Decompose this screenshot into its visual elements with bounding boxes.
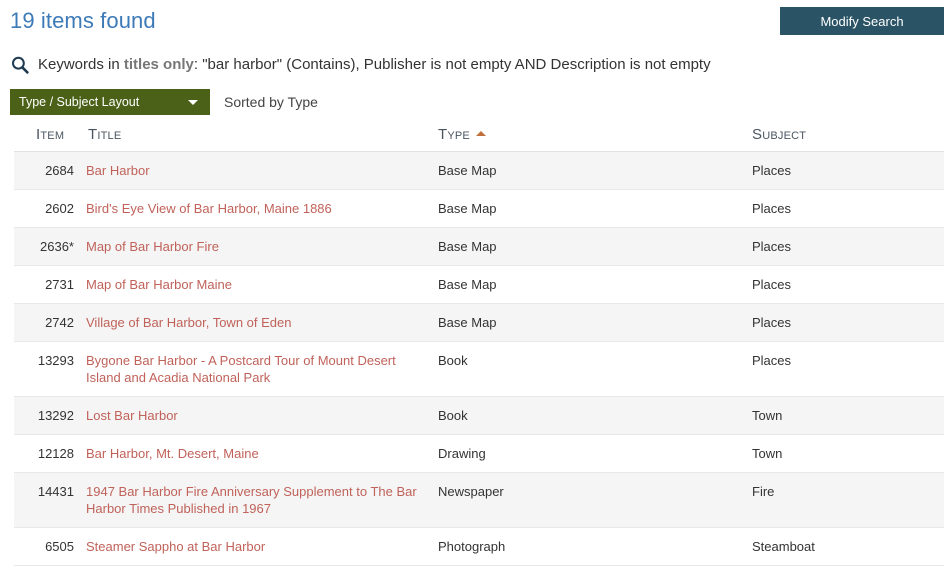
cell-item: 2636* — [14, 227, 86, 266]
table-row: 2636* Map of Bar Harbor Fire Base Map Place… — [14, 227, 944, 266]
cell-title: Map of Bar Harbor Maine — [86, 265, 438, 304]
cell-type: Base Map — [438, 151, 752, 190]
cell-title: 1947 Bar Harbor Fire Anniversary Supplem… — [86, 472, 438, 528]
table-row: 2684 Bar Harbor Base Map Places — [14, 151, 944, 190]
cell-type: Book — [438, 341, 752, 397]
cell-item: 2602 — [14, 189, 86, 228]
criteria-field: titles only — [123, 56, 194, 73]
cell-type: Photograph — [438, 527, 752, 566]
table-row: 2731 Map of Bar Harbor Maine Base Map Place… — [14, 265, 944, 304]
cell-item: 2684 — [14, 151, 86, 190]
results-header: 19 items found Modify Search — [0, 0, 948, 44]
cell-type: Base Map — [438, 189, 752, 228]
table-row: 13293 Bygone Bar Harbor - A Postcard Tour… — [14, 341, 944, 397]
cell-type: Base Map — [438, 265, 752, 304]
cell-subject: Fire — [752, 472, 944, 528]
search-icon — [10, 55, 30, 75]
cell-type: Book — [438, 396, 752, 435]
table-row: 2602 Bird's Eye View of Bar Harbor, Maine… — [14, 189, 944, 228]
items-found-count: 19 items found — [10, 8, 156, 33]
table-header: Item Title Type Subject — [14, 126, 944, 152]
column-header-type-label: Type — [438, 126, 470, 143]
cell-title: Map of Bar Harbor Fire — [86, 227, 438, 266]
cell-item: 12128 — [14, 434, 86, 473]
cell-item: 14431 — [14, 472, 86, 528]
cell-title: Lost Bar Harbor — [86, 396, 438, 435]
cell-subject: Town — [752, 434, 944, 473]
table-body: 2684 Bar Harbor Base Map Places 2602 Bird's E… — [14, 151, 944, 566]
table-row: 6505 Steamer Sappho at Bar Harbor Photogra… — [14, 527, 944, 566]
table-row: 14431 1947 Bar Harbor Fire Anniversary Su… — [14, 472, 944, 528]
column-header-title[interactable]: Title — [86, 126, 438, 152]
column-header-item[interactable]: Item — [14, 126, 86, 152]
layout-controls: Type / Subject Layout Sorted by Type — [10, 89, 318, 115]
chevron-down-icon — [188, 99, 198, 105]
column-header-item-label: Item — [36, 126, 65, 143]
table-row: 12128 Bar Harbor, Mt. Desert, Maine Drawin… — [14, 434, 944, 473]
results-table: Item Title Type Subject 2684 Bar Harbor Ba… — [14, 126, 944, 566]
cell-subject: Town — [752, 396, 944, 435]
table-row: 13292 Lost Bar Harbor Book Town — [14, 396, 944, 435]
item-title-link[interactable]: Map of Bar Harbor Maine — [86, 277, 232, 292]
column-header-type[interactable]: Type — [438, 126, 752, 152]
search-results-page: 19 items found Modify Search Keywords in… — [0, 0, 948, 575]
cell-item: 13293 — [14, 341, 86, 397]
cell-title: Bar Harbor, Mt. Desert, Maine — [86, 434, 438, 473]
item-title-link[interactable]: Bird's Eye View of Bar Harbor, Maine 188… — [86, 201, 332, 216]
cell-title: Bygone Bar Harbor - A Postcard Tour of M… — [86, 341, 438, 397]
item-title-link[interactable]: Bar Harbor, Mt. Desert, Maine — [86, 446, 259, 461]
cell-subject: Places — [752, 151, 944, 190]
cell-title: Steamer Sappho at Bar Harbor — [86, 527, 438, 566]
criteria-suffix: : "bar harbor" (Contains), Publisher is … — [193, 56, 711, 73]
item-title-link[interactable]: 1947 Bar Harbor Fire Anniversary Supplem… — [86, 484, 417, 516]
cell-type: Base Map — [438, 303, 752, 342]
item-title-link[interactable]: Village of Bar Harbor, Town of Eden — [86, 315, 291, 330]
search-criteria: Keywords in titles only: "bar harbor" (C… — [10, 53, 711, 77]
cell-type: Base Map — [438, 227, 752, 266]
column-header-subject[interactable]: Subject — [752, 126, 944, 152]
item-title-link[interactable]: Map of Bar Harbor Fire — [86, 239, 219, 254]
item-title-link[interactable]: Bar Harbor — [86, 163, 150, 178]
cell-subject: Places — [752, 341, 944, 397]
item-title-link[interactable]: Steamer Sappho at Bar Harbor — [86, 539, 265, 554]
cell-subject: Places — [752, 227, 944, 266]
column-header-subject-label: Subject — [752, 126, 807, 143]
item-title-link[interactable]: Lost Bar Harbor — [86, 408, 178, 423]
table-header-row: Item Title Type Subject — [14, 126, 944, 152]
cell-subject: Places — [752, 303, 944, 342]
cell-item: 2742 — [14, 303, 86, 342]
sorted-by-label: Sorted by Type — [224, 94, 318, 110]
cell-type: Newspaper — [438, 472, 752, 528]
layout-select[interactable]: Type / Subject Layout — [10, 89, 210, 115]
cell-subject: Steamboat — [752, 527, 944, 566]
sort-ascending-icon — [475, 131, 486, 136]
cell-item: 13292 — [14, 396, 86, 435]
criteria-prefix: Keywords in — [38, 56, 124, 73]
cell-title: Bar Harbor — [86, 151, 438, 190]
cell-subject: Places — [752, 265, 944, 304]
column-header-title-label: Title — [88, 126, 122, 143]
cell-subject: Places — [752, 189, 944, 228]
layout-select-value: Type / Subject Layout — [19, 95, 140, 109]
cell-type: Drawing — [438, 434, 752, 473]
cell-title: Village of Bar Harbor, Town of Eden — [86, 303, 438, 342]
cell-item: 2731 — [14, 265, 86, 304]
cell-item: 6505 — [14, 527, 86, 566]
cell-title: Bird's Eye View of Bar Harbor, Maine 188… — [86, 189, 438, 228]
modify-search-button[interactable]: Modify Search — [780, 7, 944, 35]
item-title-link[interactable]: Bygone Bar Harbor - A Postcard Tour of M… — [86, 353, 396, 385]
criteria-text: Keywords in titles only: "bar harbor" (C… — [38, 55, 711, 75]
table-row: 2742 Village of Bar Harbor, Town of Eden B… — [14, 303, 944, 342]
